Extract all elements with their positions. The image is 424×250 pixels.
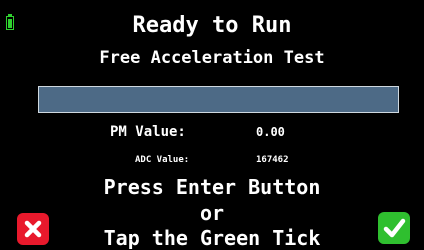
pm-value-readout: 0.00	[256, 125, 285, 139]
test-name: Free Acceleration Test	[99, 48, 325, 68]
instruction-line-3: Tap the Green Tick	[103, 226, 321, 250]
instruction-line-2: or	[199, 201, 225, 225]
page-title: Ready to Run	[132, 13, 292, 38]
progress-bar	[38, 86, 399, 113]
close-icon	[24, 220, 42, 238]
adc-value-label: ADC Value:	[135, 155, 190, 165]
adc-value-readout: 167462	[256, 155, 289, 165]
check-icon	[383, 218, 406, 238]
cancel-button[interactable]	[17, 213, 49, 245]
instruction-line-1: Press Enter Button	[103, 175, 321, 199]
test-screen: Ready to Run Free Acceleration Test PM V…	[0, 0, 424, 250]
confirm-button[interactable]	[378, 212, 410, 244]
pm-value-label: PM Value:	[110, 124, 186, 140]
